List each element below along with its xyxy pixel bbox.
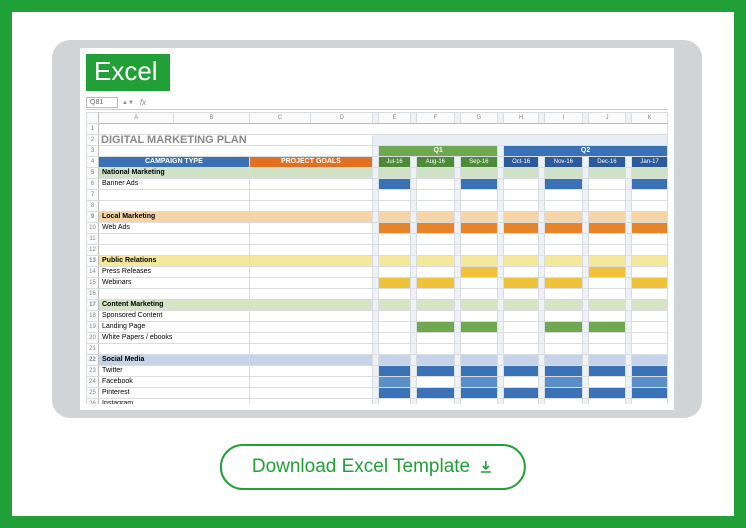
col-i[interactable]: I (545, 113, 583, 124)
col-a[interactable]: A (99, 113, 174, 124)
q2-header: Q2 (504, 146, 668, 157)
row-webinars: 15Webinars (87, 278, 668, 289)
category-national: 5 National Marketing (87, 168, 668, 179)
download-label: Download Excel Template (252, 456, 470, 478)
title-row: 2 DIGITAL MARKETING PLAN (87, 135, 668, 146)
row-pinterest: 25Pinterest (87, 388, 668, 399)
category-social: 22 Social Media (87, 355, 668, 366)
download-icon (478, 459, 494, 475)
spreadsheet-grid[interactable]: A B C D E F G H I (86, 112, 668, 404)
category-local: 9 Local Marketing (87, 212, 668, 223)
row-sponsored: 18Sponsored Content (87, 311, 668, 322)
column-header-row: A B C D E F G H I (87, 113, 668, 124)
col-j[interactable]: J (588, 113, 626, 124)
month-nov: Nov-16 (545, 157, 583, 168)
month-jul: Jul-16 (379, 157, 411, 168)
row-twitter: 23Twitter (87, 366, 668, 377)
col-d[interactable]: D (311, 113, 373, 124)
month-jan: Jan-17 (632, 157, 668, 168)
month-dec: Dec-16 (588, 157, 626, 168)
row-whitepapers: 20White Papers / ebooks (87, 333, 668, 344)
data-table: A B C D E F G H I (86, 112, 668, 404)
campaign-type-header: CAMPAIGN TYPE (99, 157, 250, 168)
col-k[interactable]: K (632, 113, 668, 124)
col-b[interactable]: B (174, 113, 249, 124)
row-press-releases: 14Press Releases (87, 267, 668, 278)
row-banner-ads: 6 Banner Ads (87, 179, 668, 190)
header-row: 4 CAMPAIGN TYPE PROJECT GOALS Jul-16 Aug… (87, 157, 668, 168)
fx-icon[interactable]: fx (140, 98, 146, 107)
category-content: 17 Content Marketing (87, 300, 668, 311)
col-g[interactable]: G (460, 113, 498, 124)
q1-header: Q1 (379, 146, 498, 157)
col-e[interactable]: E (379, 113, 411, 124)
formula-bar: Q81 ▲▼ fx (86, 96, 668, 110)
col-f[interactable]: F (417, 113, 455, 124)
name-box[interactable]: Q81 (86, 97, 118, 108)
row-facebook: 24Facebook (87, 377, 668, 388)
row-web-ads: 10 Web Ads (87, 223, 668, 234)
month-aug: Aug-16 (417, 157, 455, 168)
app-title-banner: Excel (86, 54, 170, 91)
quarter-row: 3 Q1 Q2 (87, 146, 668, 157)
outer-frame: Excel Q81 ▲▼ fx A B C D E (0, 0, 746, 528)
download-button[interactable]: Download Excel Template (220, 444, 526, 490)
dropdown-arrow-icon[interactable]: ▲▼ (122, 100, 134, 106)
col-c[interactable]: C (249, 113, 311, 124)
screen: Excel Q81 ▲▼ fx A B C D E (80, 48, 674, 410)
category-pr: 13 Public Relations (87, 256, 668, 267)
tablet-frame: Excel Q81 ▲▼ fx A B C D E (52, 40, 702, 418)
month-sep: Sep-16 (460, 157, 498, 168)
month-oct: Oct-16 (504, 157, 539, 168)
plan-title: DIGITAL MARKETING PLAN (99, 135, 373, 146)
project-goals-header: PROJECT GOALS (249, 157, 372, 168)
row-landing: 19Landing Page (87, 322, 668, 333)
col-h[interactable]: H (504, 113, 539, 124)
row-instagram: 26Instagram (87, 399, 668, 405)
